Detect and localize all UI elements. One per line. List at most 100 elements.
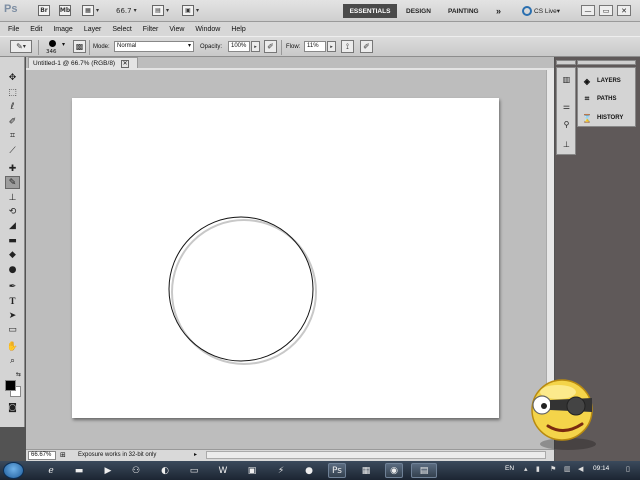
menu-filter[interactable]: Filter <box>143 26 159 33</box>
minimize-button[interactable]: — <box>581 5 595 16</box>
history-brush-tool[interactable]: ⟲ <box>5 205 20 218</box>
horizontal-scrollbar[interactable] <box>206 451 546 459</box>
calculator-icon[interactable]: ▦ <box>357 463 375 478</box>
path-select-tool[interactable]: ➤ <box>5 309 20 322</box>
mascot-patch <box>566 396 586 416</box>
menu-file[interactable]: File <box>8 26 19 33</box>
menu-window[interactable]: Window <box>195 26 220 33</box>
volume-icon[interactable]: ◀ <box>578 465 583 473</box>
mode-dropdown[interactable]: Normal ▾ <box>114 41 194 52</box>
blur-icon: ◆ <box>9 249 16 260</box>
histogram-icon[interactable]: ▥ <box>560 73 573 85</box>
zoom-level-dropdown[interactable]: 66.7 ▾ <box>116 4 137 17</box>
menu-layer[interactable]: Layer <box>84 26 102 33</box>
status-menu-arrow[interactable]: ▸ <box>194 451 197 458</box>
flag-icon[interactable]: ⚑ <box>550 465 556 473</box>
photoshop-logo: Ps <box>4 3 18 15</box>
menu-view[interactable]: View <box>169 26 184 33</box>
eyedropper-tool[interactable]: ⟋ <box>5 144 20 157</box>
pen-tool[interactable]: ✒ <box>5 280 20 293</box>
eraser-tool[interactable]: ◢ <box>5 219 20 232</box>
status-message: Exposure works in 32-bit only <box>78 452 157 458</box>
network-status-icon[interactable]: ▥ <box>564 465 571 473</box>
workspace-design[interactable]: DESIGN <box>406 4 431 18</box>
status-info-icon[interactable]: ⊞ <box>60 451 66 459</box>
quick-mask-toggle[interactable]: ◙ <box>5 401 20 414</box>
tablet-size-toggle[interactable]: ✐ <box>360 40 373 53</box>
clock[interactable]: 09:14 <box>593 465 609 472</box>
type-tool[interactable]: T <box>5 294 20 307</box>
dodge-tool[interactable]: ● <box>5 263 20 276</box>
firefox-icon[interactable]: ● <box>300 463 318 478</box>
hand-tool[interactable]: ✋ <box>5 340 20 353</box>
window-taskbar-button[interactable]: ▤ <box>411 463 437 478</box>
close-button[interactable]: ✕ <box>617 5 631 16</box>
menu-edit[interactable]: Edit <box>30 26 42 33</box>
media-player-icon[interactable]: ▶ <box>99 463 117 478</box>
cs-live-icon <box>522 6 532 16</box>
zoom-tool[interactable]: ⌕ <box>5 354 20 367</box>
panel-layers[interactable]: ◈ LAYERS <box>582 75 621 87</box>
opacity-slider-button[interactable]: ▸ <box>251 41 260 52</box>
foreground-color-swatch[interactable] <box>5 380 16 391</box>
workspace-essentials[interactable]: ESSENTIALS <box>343 4 397 18</box>
close-icon[interactable]: ✕ <box>121 59 130 68</box>
screen-mode-button[interactable]: ▣ ▾ <box>182 4 199 17</box>
menu-image[interactable]: Image <box>53 26 72 33</box>
canvas[interactable] <box>72 98 499 418</box>
opacity-input[interactable]: 100% <box>228 41 250 52</box>
workspace-painting[interactable]: PAINTING <box>448 4 479 18</box>
winamp-icon[interactable]: ⚡ <box>272 463 290 478</box>
clone-stamp-tool[interactable]: ⊥ <box>5 191 20 204</box>
word-icon[interactable]: W <box>214 463 232 478</box>
blur-tool[interactable]: ◆ <box>5 248 20 261</box>
menu-help[interactable]: Help <box>231 26 245 33</box>
swap-colors-icon[interactable]: ⇆ <box>16 371 21 378</box>
bridge-button[interactable]: Br <box>38 4 50 17</box>
brush-tool[interactable]: ✎ <box>5 176 20 189</box>
cs-live-menu[interactable]: CS Live ▾ <box>522 4 560 18</box>
panel-history[interactable]: ⌛ HISTORY <box>582 112 623 124</box>
airbrush-toggle[interactable]: ⟟ <box>341 40 354 53</box>
folder-icon[interactable]: ▬ <box>70 463 88 478</box>
more-workspaces-button[interactable]: » <box>496 4 501 18</box>
firefox-taskbar-button[interactable]: ◉ <box>385 463 403 478</box>
lasso-tool[interactable]: ℓ <box>5 100 20 113</box>
tray-expand-icon[interactable]: ▴ <box>524 465 528 473</box>
clone-source-icon[interactable]: ⊥ <box>560 138 573 150</box>
marquee-tool[interactable]: ⬚ <box>5 86 20 99</box>
view-extras-button[interactable]: ▦ ▾ <box>82 4 99 17</box>
notes-icon[interactable]: ▣ <box>243 463 261 478</box>
internet-explorer-icon[interactable]: ℯ <box>42 463 60 478</box>
quick-select-tool[interactable]: ✐ <box>5 115 20 128</box>
mini-bridge-button[interactable]: Mb <box>59 4 71 17</box>
icon-panel-header[interactable] <box>556 60 576 65</box>
gradient-tool[interactable]: ▬ <box>5 234 20 247</box>
show-desktop-icon[interactable]: ▯ <box>626 465 630 473</box>
network-icon[interactable]: ⚇ <box>127 463 145 478</box>
tool-preset-picker[interactable]: ✎ ▾ <box>10 40 32 53</box>
panel-header[interactable] <box>577 60 636 65</box>
network-tray-icon[interactable]: ▮ <box>536 465 540 473</box>
brush-preset-picker[interactable]: ▾ 346 <box>44 39 70 57</box>
adjustments-icon[interactable]: ⚌ <box>560 100 573 112</box>
panel-paths[interactable]: ⌗ PATHS <box>582 93 617 105</box>
arrange-documents-button[interactable]: ▤ ▾ <box>152 4 169 17</box>
brush-panel-toggle[interactable]: ▩ <box>73 40 86 53</box>
tablet-opacity-toggle[interactable]: ✐ <box>264 40 277 53</box>
shape-tool[interactable]: ▭ <box>5 323 20 336</box>
start-button[interactable] <box>3 462 24 479</box>
flow-input[interactable]: 11% <box>304 41 326 52</box>
media-center-icon[interactable]: ◐ <box>156 463 174 478</box>
crop-tool[interactable]: ⌗ <box>5 129 20 142</box>
brush-presets-icon[interactable]: ⚲ <box>560 118 573 130</box>
language-indicator[interactable]: EN <box>505 465 514 472</box>
photoshop-taskbar-button[interactable]: Ps <box>328 463 346 478</box>
flow-slider-button[interactable]: ▸ <box>327 41 336 52</box>
explorer-icon[interactable]: ▭ <box>185 463 203 478</box>
menu-select[interactable]: Select <box>112 26 131 33</box>
zoom-field[interactable]: 66.67% <box>28 451 56 460</box>
restore-button[interactable]: ▭ <box>599 5 613 16</box>
move-tool[interactable]: ✥ <box>5 71 20 84</box>
spot-healing-tool[interactable]: ✚ <box>5 162 20 175</box>
